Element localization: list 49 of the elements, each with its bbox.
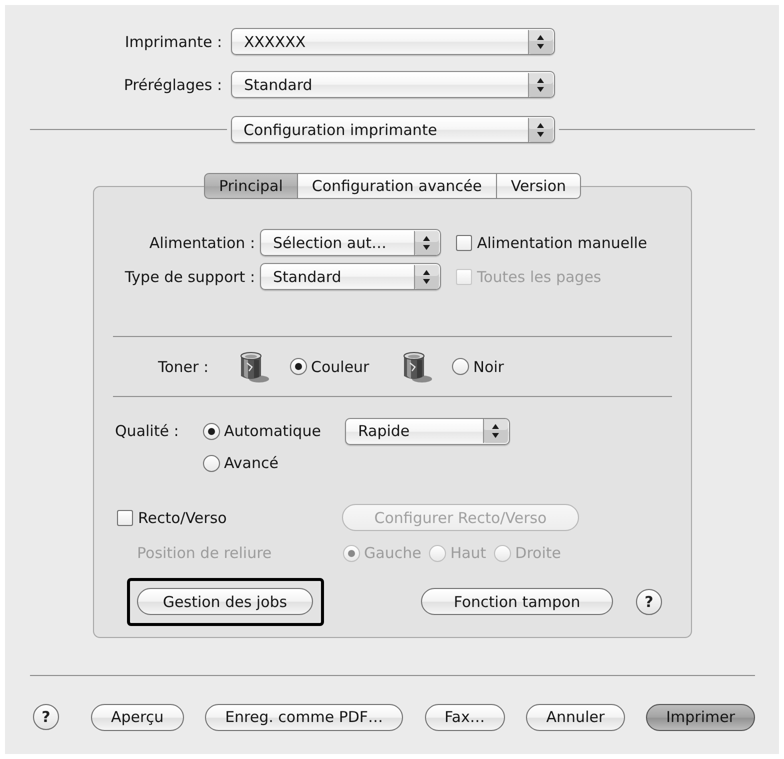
checkbox-label: Recto/Verso xyxy=(138,508,227,526)
push-button[interactable]: Enreg. comme PDF… xyxy=(205,704,404,730)
popup-button[interactable]: Rapide xyxy=(344,418,510,444)
tab[interactable]: Principal xyxy=(204,173,298,199)
field-label: Type de support : xyxy=(124,268,255,286)
help-button[interactable]: ? xyxy=(636,589,662,615)
radio-button[interactable] xyxy=(290,358,307,375)
field-label: Position de reliure xyxy=(137,544,272,562)
checkbox-label: Alimentation manuelle xyxy=(477,234,648,252)
field-label: Préréglages : xyxy=(124,76,222,94)
field-label: Toner : xyxy=(158,358,209,376)
radio-label: Couleur xyxy=(311,358,370,376)
updown-arrows-icon xyxy=(482,419,508,443)
push-button[interactable]: Imprimer xyxy=(646,704,755,730)
push-button[interactable]: Aperçu xyxy=(91,704,184,730)
field-label: Qualité : xyxy=(115,422,179,440)
popup-button[interactable]: XXXXXX xyxy=(231,28,555,55)
updown-arrows-icon xyxy=(528,30,553,54)
radio-label: Avancé xyxy=(224,454,278,472)
popup-button[interactable]: Sélection aut… xyxy=(260,229,441,256)
push-button[interactable]: Gestion des jobs xyxy=(137,588,313,615)
updown-arrows-icon xyxy=(414,264,439,288)
tab[interactable]: Version xyxy=(496,173,582,199)
updown-arrows-icon xyxy=(528,72,553,96)
radio-button[interactable] xyxy=(452,358,470,375)
radio-label: Droite xyxy=(515,544,562,562)
radio-label: Haut xyxy=(450,544,486,562)
push-button[interactable]: Annuler xyxy=(526,704,625,730)
updown-arrows-icon xyxy=(528,118,552,142)
push-button[interactable]: Fax… xyxy=(424,704,505,730)
help-button[interactable]: ? xyxy=(33,704,59,730)
radio-label: Automatique xyxy=(224,422,321,440)
canister-icon xyxy=(401,350,434,382)
popup-button[interactable]: Configuration imprimante xyxy=(230,116,554,143)
radio-label: Noir xyxy=(473,358,504,376)
field-label: Alimentation : xyxy=(149,234,255,252)
radio-button[interactable] xyxy=(203,454,220,472)
tab[interactable]: Configuration avancée xyxy=(298,173,497,199)
radio-label: Gauche xyxy=(364,544,422,562)
checkbox-label: Toutes les pages xyxy=(477,268,602,286)
push-button[interactable]: Fonction tampon xyxy=(421,588,613,615)
canister-icon xyxy=(238,350,270,382)
updown-arrows-icon xyxy=(414,230,439,254)
popup-button[interactable]: Standard xyxy=(260,263,441,290)
checkbox[interactable] xyxy=(117,510,133,526)
radio-button[interactable] xyxy=(203,422,220,440)
popup-button[interactable]: Standard xyxy=(231,71,555,98)
checkbox[interactable] xyxy=(456,234,472,250)
field-label: Imprimante : xyxy=(124,32,222,50)
